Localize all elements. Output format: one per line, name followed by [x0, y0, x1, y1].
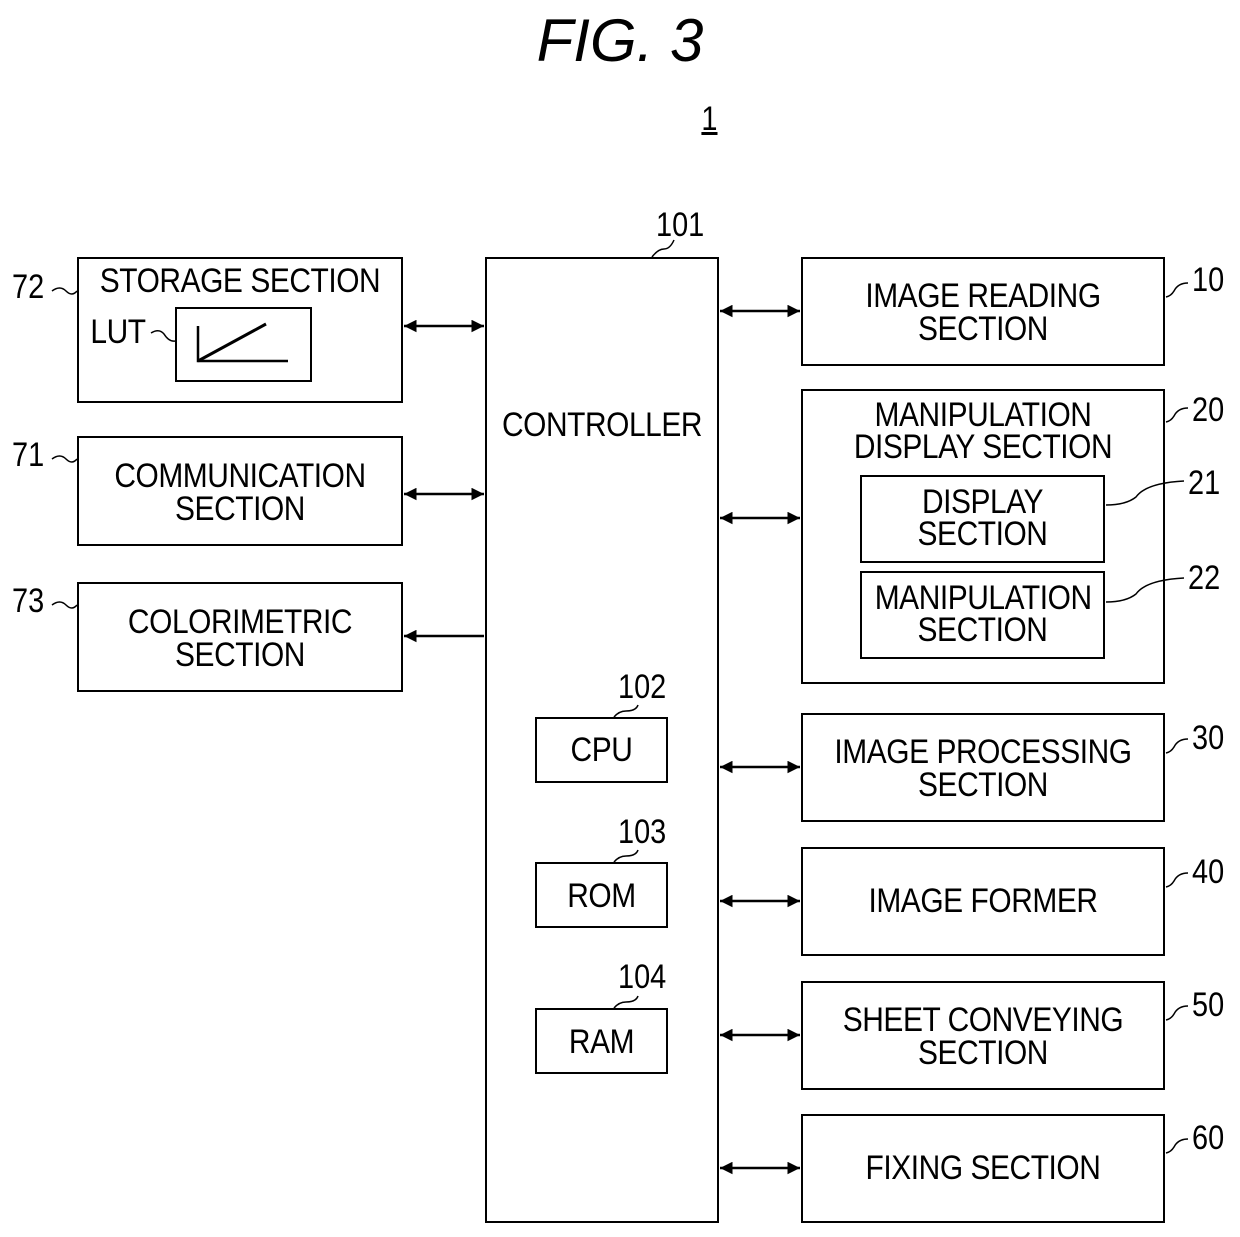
image-former-ref: 40 [1192, 853, 1225, 891]
storage-ref-leader [51, 287, 78, 295]
colorimetric-section-ref: 73 [12, 582, 45, 620]
communication-ref-leader [51, 455, 78, 463]
manipulation-section-label-line2: SECTION [917, 611, 1048, 649]
sheet-conveying-ref-leader [1165, 1005, 1189, 1021]
lut-graph-box [175, 307, 312, 382]
rom-ref: 103 [618, 813, 667, 851]
image-reading-ref-leader [1165, 282, 1189, 298]
colorimetric-ref-leader [51, 601, 78, 609]
cpu-ref: 102 [618, 668, 667, 706]
manipulation-display-ref-leader [1165, 407, 1189, 423]
ram-label: RAM [568, 1023, 635, 1061]
manipulation-section-ref: 22 [1188, 559, 1221, 597]
cpu-label: CPU [570, 731, 633, 769]
rom-label: ROM [567, 877, 636, 915]
controller-label: CONTROLLER [501, 406, 703, 444]
image-former-label: IMAGE FORMER [868, 882, 1098, 920]
display-section-ref: 21 [1188, 464, 1221, 502]
ram-ref: 104 [618, 958, 667, 996]
communication-section-ref: 71 [12, 436, 45, 474]
storage-section-label: STORAGE SECTION [99, 262, 381, 300]
communication-section-label-line1: COMMUNICATION [114, 457, 366, 495]
manipulation-display-ref: 20 [1192, 391, 1225, 429]
fixing-section-ref: 60 [1192, 1119, 1225, 1157]
fixing-ref-leader [1165, 1138, 1189, 1154]
figure-title: FIG. 3 [536, 7, 704, 74]
image-reading-label-line1: IMAGE READING [865, 277, 1101, 315]
image-reading-ref: 10 [1192, 261, 1225, 299]
lut-label: LUT [90, 313, 146, 351]
manipulation-display-label-line2: DISPLAY SECTION [853, 428, 1113, 466]
image-reading-label-line2: SECTION [918, 310, 1048, 348]
sheet-conveying-ref: 50 [1192, 986, 1225, 1024]
system-reference-number: 1 [701, 100, 718, 138]
sheet-conveying-label-line2: SECTION [918, 1034, 1048, 1072]
storage-section-ref: 72 [12, 268, 45, 306]
image-processing-label-line1: IMAGE PROCESSING [834, 733, 1132, 771]
display-section-label-line2: SECTION [917, 515, 1048, 553]
image-processing-label-line2: SECTION [918, 766, 1048, 804]
image-processing-ref: 30 [1192, 719, 1225, 757]
sheet-conveying-label-line1: SHEET CONVEYING [842, 1001, 1124, 1039]
communication-section-label-line2: SECTION [175, 490, 305, 528]
colorimetric-section-label-line2: SECTION [175, 636, 305, 674]
image-processing-ref-leader [1165, 738, 1189, 754]
fixing-section-label: FIXING SECTION [865, 1149, 1101, 1187]
image-former-ref-leader [1165, 872, 1189, 888]
colorimetric-section-label-line1: COLORIMETRIC [127, 603, 353, 641]
controller-ref: 101 [656, 206, 705, 244]
